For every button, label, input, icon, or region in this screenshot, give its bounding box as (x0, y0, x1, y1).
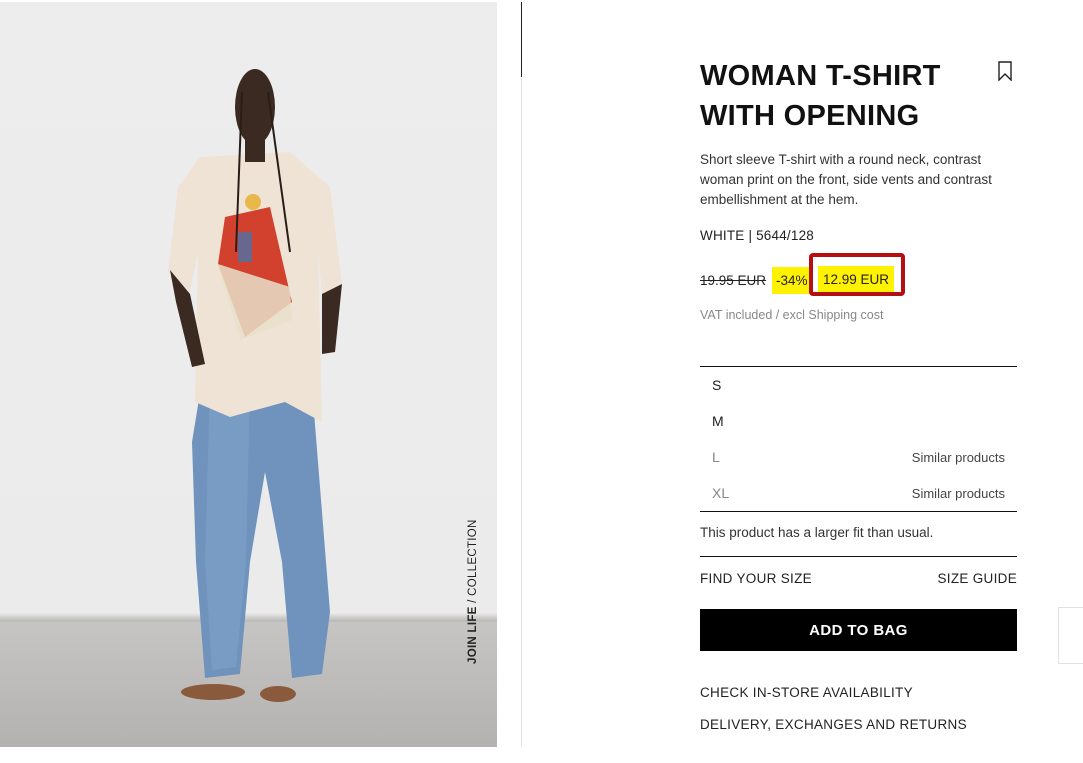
vat-note: VAT included / excl Shipping cost (700, 308, 884, 322)
product-title-line2: WITH OPENING (700, 100, 920, 132)
check-store-availability-link[interactable]: CHECK IN-STORE AVAILABILITY (700, 685, 913, 700)
bookmark-icon (998, 61, 1012, 82)
fit-note: This product has a larger fit than usual… (700, 525, 934, 540)
add-to-bag-button[interactable]: ADD TO BAG (700, 609, 1017, 651)
size-label: XL (712, 485, 730, 501)
size-option-m[interactable]: M (700, 403, 1017, 439)
size-selector: S M L Similar products XL Similar produc… (700, 366, 1017, 512)
old-price: 19.95 EUR (700, 272, 767, 288)
similar-products-link[interactable]: Similar products (912, 450, 1005, 465)
product-description: Short sleeve T-shirt with a round neck, … (700, 152, 992, 207)
scroll-indicator[interactable] (521, 2, 522, 77)
size-guide-link[interactable]: SIZE GUIDE (937, 571, 1017, 586)
product-title: WOMAN T-SHIRT WITH OPENING (700, 56, 960, 136)
delivery-returns-link[interactable]: DELIVERY, EXCHANGES AND RETURNS (700, 717, 967, 732)
size-option-s[interactable]: S (700, 367, 1017, 403)
size-label: M (712, 413, 724, 429)
bookmark-button[interactable] (996, 61, 1014, 82)
panel-divider (521, 2, 522, 747)
collection-tag-rest: / COLLECTION (467, 519, 479, 607)
side-panel-tab[interactable] (1058, 607, 1083, 664)
similar-products-link[interactable]: Similar products (912, 486, 1005, 501)
size-option-xl[interactable]: XL Similar products (700, 475, 1017, 511)
collection-tag-bold: JOIN LIFE (467, 606, 479, 664)
discount-badge: -34% (772, 266, 812, 294)
product-image[interactable]: JOIN LIFE / COLLECTION (0, 2, 497, 747)
product-title-line1: WOMAN T-SHIRT (700, 60, 941, 92)
section-divider (700, 556, 1017, 557)
color-reference: WHITE | 5644/128 (700, 228, 815, 243)
collection-tag: JOIN LIFE / COLLECTION (467, 519, 479, 664)
size-option-l[interactable]: L Similar products (700, 439, 1017, 475)
annotation-highlight-box (809, 253, 905, 296)
price-row: 19.95 EUR -34% (700, 266, 812, 294)
size-label: L (712, 449, 720, 465)
model-illustration (168, 69, 342, 702)
size-label: S (712, 377, 722, 393)
find-your-size-link[interactable]: FIND YOUR SIZE (700, 571, 812, 586)
